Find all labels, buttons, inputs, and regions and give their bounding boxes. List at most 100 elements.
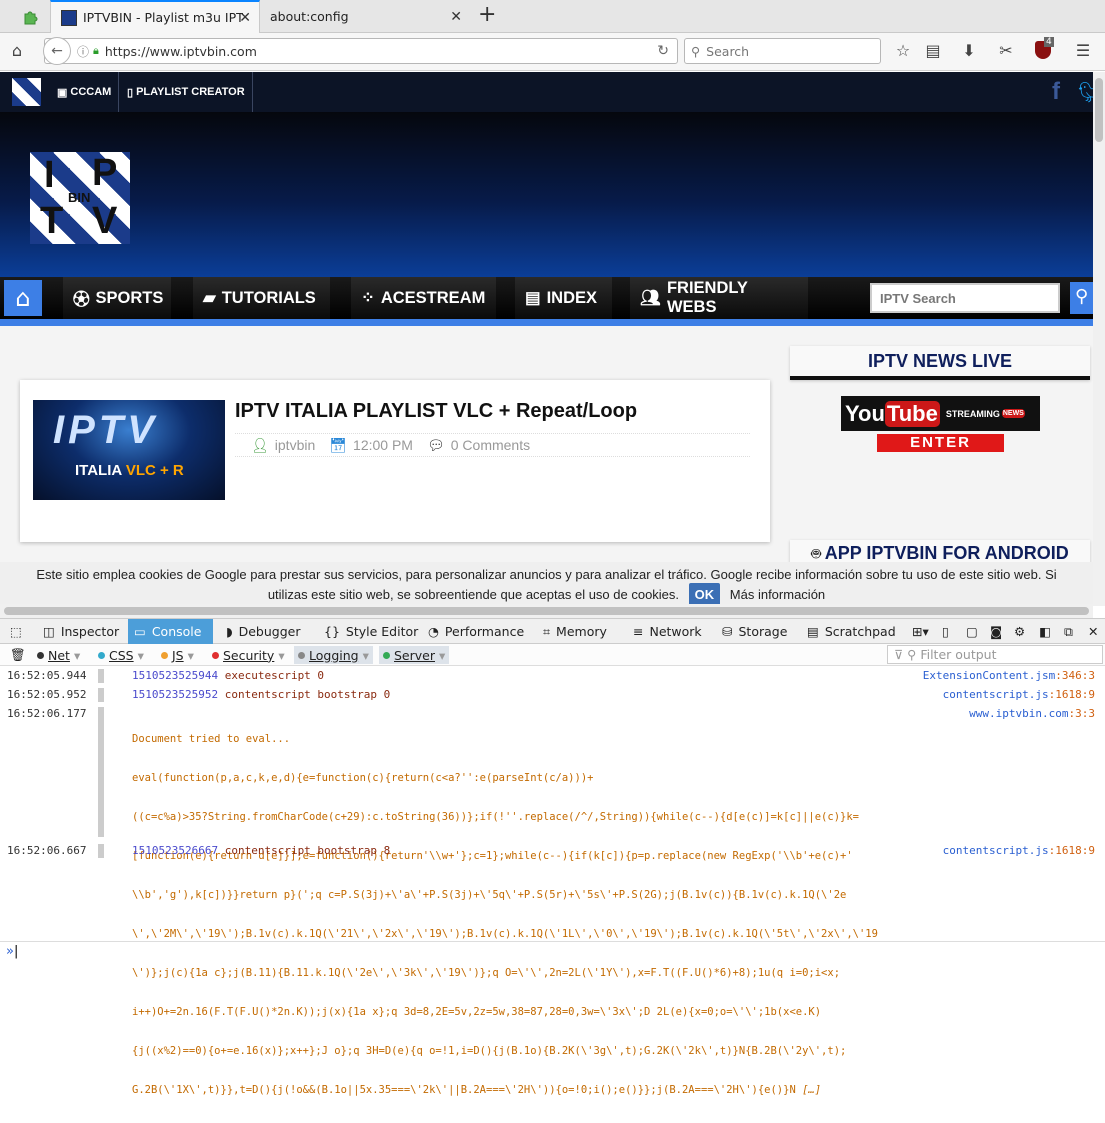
sidebar-news-widget: IPTV NEWS LIVE — [790, 346, 1090, 380]
thumbnail-subtitle: ITALIA VLC + R — [75, 462, 184, 479]
filter-js[interactable]: JS ▾ — [157, 646, 198, 664]
hamburger-menu-icon[interactable]: ☰ — [1072, 41, 1094, 60]
filter-logging[interactable]: Logging ▾ — [294, 646, 373, 664]
clear-console-icon[interactable]: 🗑︎ — [6, 646, 30, 664]
info-icon[interactable]: ⓘ — [77, 43, 89, 60]
top-link-playlist-creator[interactable]: ▯ PLAYLIST CREATOR — [120, 72, 253, 112]
menu-sports[interactable]: ⚽︎ SPORTS — [63, 277, 171, 319]
post-title[interactable]: IPTV ITALIA PLAYLIST VLC + Repeat/Loop — [235, 400, 637, 423]
log-source-link[interactable]: www.iptvbin.com:3:3 — [969, 707, 1095, 720]
back-icon[interactable]: ← — [43, 37, 71, 65]
filter-css[interactable]: CSS ▾ — [94, 646, 148, 664]
log-id: 1510523525952 — [132, 688, 219, 701]
site-search-button[interactable]: ⚲ — [1070, 282, 1093, 314]
site-search-input[interactable]: IPTV Search — [870, 283, 1060, 313]
cookie-more-info-link[interactable]: Más información — [730, 587, 825, 602]
facebook-icon[interactable]: f — [1052, 78, 1060, 106]
log-text: contentscript bootstrap 8 — [218, 844, 391, 857]
user-icon: 👤︎ — [251, 436, 269, 453]
post-thumbnail[interactable]: IPTV ITALIA VLC + R — [33, 400, 225, 500]
console-filter-bar: 🗑︎ Net ▾ CSS ▾ JS ▾ Security ▾ Logging ▾ Serv… — [0, 644, 1105, 666]
search-bar[interactable]: ⚲ Search — [684, 38, 881, 64]
menu-index[interactable]: ▤ INDEX — [515, 277, 612, 319]
tab-scratchpad[interactable]: ▤ Scratchpad — [801, 619, 902, 644]
tab-performance[interactable]: ◔ Performance — [422, 619, 530, 644]
twitter-icon[interactable]: 🐦︎ — [1078, 80, 1093, 104]
separate-window-icon[interactable]: ⧉ — [1058, 619, 1079, 644]
download-icon[interactable]: ⬇ — [958, 41, 980, 60]
puzzle-icon[interactable] — [22, 6, 42, 26]
youtube-news-banner[interactable]: You Tube STREAMING NEWS — [841, 396, 1040, 431]
enter-button[interactable]: ENTER — [877, 434, 1004, 452]
cccam-icon: ▣ — [57, 86, 68, 99]
bookmark-star-icon[interactable]: ☆ — [892, 41, 914, 60]
menu-tutorials[interactable]: ▰ TUTORIALS — [193, 277, 330, 319]
post-meta: 👤︎ iptvbin 📅︎ 12:00 PM 💬︎ 0 Comments — [235, 433, 750, 457]
reading-list-icon[interactable]: ▤ — [922, 41, 944, 60]
close-tab-icon[interactable]: ✕ — [450, 9, 462, 25]
top-link-cccam[interactable]: ▣ CCCAM — [50, 72, 120, 112]
pick-element-icon[interactable]: ⬚ — [4, 619, 28, 644]
site-favicon — [61, 9, 77, 26]
expand-ellipsis[interactable]: […] — [802, 1084, 821, 1096]
tab-inspector[interactable]: ◫ Inspector — [37, 619, 125, 644]
logo-letter-p: P — [92, 152, 118, 194]
home-icon[interactable]: ⌂ — [6, 41, 28, 60]
filter-server[interactable]: Server ▾ — [379, 646, 450, 664]
search-placeholder: Search — [706, 43, 750, 59]
security-dot — [212, 651, 219, 659]
menu-label: FRIENDLY WEBS — [666, 279, 748, 316]
site-logo[interactable]: I P BIN T V — [30, 152, 130, 244]
new-tab-button[interactable]: + — [478, 2, 496, 27]
paint-flash-icon[interactable]: ▢ — [960, 619, 984, 644]
logo-bin: BIN — [68, 190, 91, 205]
braces-icon: {} — [324, 624, 340, 639]
close-tab-icon[interactable]: ✕ — [239, 10, 251, 26]
ublock-icon[interactable]: 4 — [1032, 37, 1054, 63]
frame-select-icon[interactable]: ⊞▾ — [906, 619, 935, 644]
url-bar[interactable]: ← ⓘ 🔒︎ https://www.iptvbin.com ↻ — [43, 37, 678, 65]
post-comments[interactable]: 0 Comments — [451, 437, 530, 453]
filter-net[interactable]: Net ▾ — [33, 646, 84, 664]
reload-icon[interactable]: ↻ — [657, 43, 669, 59]
log-entry: 16:52:06.667 1510523526667 contentscript… — [0, 844, 1105, 862]
database-icon: ⛁ — [722, 624, 733, 639]
tab-debugger[interactable]: ◗ Debugger — [220, 619, 306, 644]
cookie-text-line1: Este sitio emplea cookies de Google para… — [36, 567, 1057, 582]
top-link-label: CCCAM — [70, 86, 112, 98]
filter-output-input[interactable]: ⊽ ⚲ Filter output — [887, 645, 1103, 664]
youtube-tube: Tube — [884, 400, 940, 427]
cookie-banner: Este sitio emplea cookies de Google para… — [0, 562, 1093, 606]
tab-storage[interactable]: ⛁ Storage — [716, 619, 793, 644]
log-source-link[interactable]: contentscript.js:1618:9 — [943, 844, 1095, 857]
cookie-ok-button[interactable]: OK — [688, 583, 721, 606]
log-entry: 16:52:05.952 1510523525952 contentscript… — [0, 688, 1105, 706]
menu-acestream[interactable]: ⁘ ACESTREAM — [351, 277, 496, 319]
page-horizontal-scrollbar[interactable] — [0, 604, 1093, 618]
home-menu-button[interactable]: ⌂ — [4, 280, 42, 316]
tab-style-editor[interactable]: {} Style Editor — [318, 619, 424, 644]
console-input[interactable]: »| — [0, 941, 1105, 962]
site-mini-logo[interactable] — [12, 78, 41, 106]
menu-friendly-webs[interactable]: 👥︎ FRIENDLY WEBS — [630, 277, 808, 319]
log-source-link[interactable]: contentscript.js:1618:9 — [943, 688, 1095, 701]
tab-about-config[interactable]: about:config ✕ — [260, 0, 470, 33]
site-main-menu: ⌂ ⚽︎ SPORTS ▰ TUTORIALS ⁘ ACESTREAM ▤ IN… — [0, 277, 1093, 319]
url-text[interactable]: https://www.iptvbin.com — [105, 44, 257, 59]
tab-memory[interactable]: ⌗ Memory — [537, 619, 613, 644]
post-author[interactable]: iptvbin — [275, 437, 315, 453]
log-source-link[interactable]: ExtensionContent.jsm:346:3 — [923, 669, 1095, 682]
tab-network[interactable]: ≡ Network — [627, 619, 708, 644]
tab-iptvbin[interactable]: IPTVBIN - Playlist m3u IPTV ✕ — [50, 0, 260, 33]
settings-gear-icon[interactable]: ⚙ — [1008, 619, 1031, 644]
camera-icon[interactable]: ◙ — [984, 619, 1008, 644]
responsive-icon[interactable]: ▯ — [936, 619, 955, 644]
page-vertical-scrollbar[interactable] — [1093, 72, 1105, 606]
dock-side-icon[interactable]: ◧ — [1033, 619, 1057, 644]
filter-security[interactable]: Security ▾ — [208, 646, 289, 664]
close-devtools-icon[interactable]: ✕ — [1082, 619, 1104, 644]
screenshot-icon[interactable]: ✂ — [995, 41, 1017, 60]
logo-letter-t: T — [40, 200, 64, 242]
tab-console[interactable]: ▭ Console — [128, 619, 213, 644]
tab-title: about:config — [270, 9, 349, 24]
